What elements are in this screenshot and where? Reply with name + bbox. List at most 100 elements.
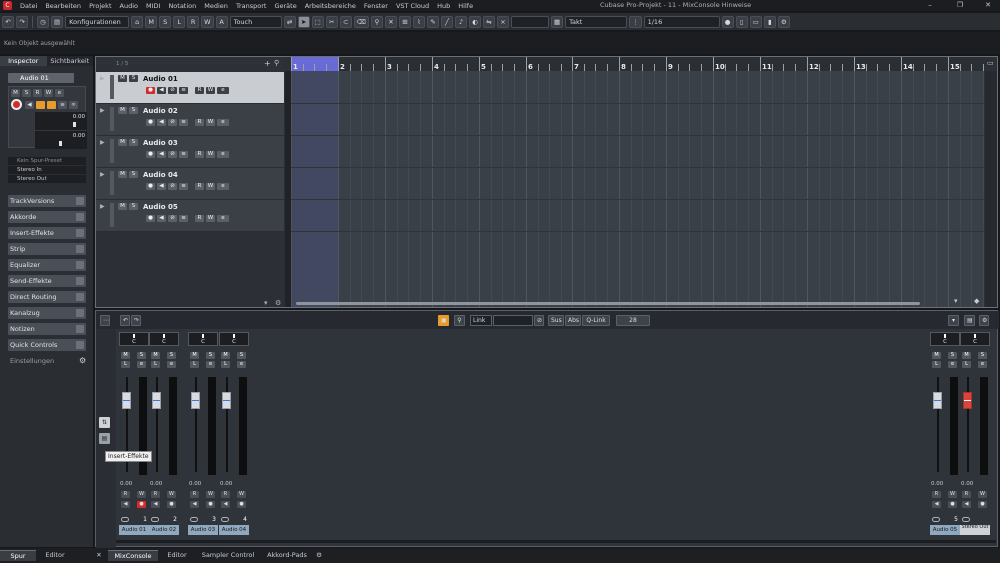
section-equalizer[interactable]: Equalizer bbox=[8, 259, 86, 271]
racks-sort-icon[interactable]: ⇅ bbox=[99, 417, 110, 428]
sus-button[interactable]: Sus bbox=[548, 315, 564, 326]
write-button[interactable]: W bbox=[206, 491, 215, 498]
volume-fader[interactable] bbox=[122, 392, 131, 409]
lower-zone-settings-icon[interactable]: ⚙ bbox=[314, 550, 324, 561]
automation-mode-select[interactable]: Touch bbox=[229, 15, 282, 28]
constrain-delay-icon[interactable]: ◷ bbox=[37, 15, 49, 28]
menu-hub[interactable]: Hub bbox=[433, 2, 454, 10]
read-button[interactable]: R bbox=[195, 183, 204, 190]
write-button[interactable]: W bbox=[206, 119, 215, 126]
write-button[interactable]: W bbox=[206, 215, 215, 222]
link-icon[interactable]: ⊘ bbox=[534, 315, 544, 326]
listen-button[interactable]: L bbox=[221, 361, 230, 368]
record-enable-button[interactable]: ● bbox=[146, 119, 155, 126]
mixconsole-search-icon[interactable]: ⚲ bbox=[454, 315, 465, 326]
mute-button[interactable]: M bbox=[118, 171, 127, 178]
edit-button[interactable]: e bbox=[206, 361, 215, 368]
mute-button[interactable]: M bbox=[118, 75, 127, 82]
read-button[interactable]: R bbox=[195, 215, 204, 222]
volume-fader[interactable] bbox=[222, 392, 231, 409]
write-button[interactable]: W bbox=[948, 491, 957, 498]
tab-inspector[interactable]: Inspector bbox=[0, 56, 47, 66]
edit-channel-button[interactable]: e bbox=[217, 87, 229, 94]
volume-knob[interactable] bbox=[73, 122, 76, 127]
erase-tool-icon[interactable]: ⌫ bbox=[353, 15, 369, 28]
auto-scroll-icon[interactable]: ⇄ bbox=[283, 15, 296, 28]
expand-arrow-icon[interactable]: ▶ bbox=[100, 203, 105, 210]
record-enable-button[interactable]: ● bbox=[206, 501, 215, 508]
track-row[interactable]: ▶ M S Audio 04 ● ◀ ⊘ ≡ R We bbox=[96, 168, 284, 200]
listen-button[interactable]: L bbox=[962, 361, 971, 368]
lock-button[interactable]: ⊘ bbox=[168, 183, 177, 190]
draw-tool-icon[interactable]: ✎ bbox=[426, 15, 439, 28]
pan-knob[interactable] bbox=[202, 334, 204, 338]
edit-button[interactable]: e bbox=[948, 361, 957, 368]
lock-icon[interactable] bbox=[36, 101, 45, 109]
expand-arrow-icon[interactable]: ▶ bbox=[100, 107, 105, 114]
menu-datei[interactable]: Datei bbox=[16, 2, 41, 10]
fader-value[interactable]: 0.00 bbox=[150, 481, 162, 487]
section-akkorde[interactable]: Akkorde bbox=[8, 211, 86, 223]
snap-toggle-icon[interactable]: ⨯ bbox=[496, 15, 509, 28]
section-quick-controls[interactable]: Quick Controls bbox=[8, 339, 86, 351]
write-mode-button[interactable]: W bbox=[201, 15, 214, 28]
monitor-button[interactable]: ◀ bbox=[157, 215, 166, 222]
track-name[interactable]: Audio 02 bbox=[143, 107, 178, 115]
record-enable-button[interactable]: ● bbox=[978, 501, 987, 508]
read-mode-button[interactable]: R bbox=[187, 15, 200, 28]
split-tool-icon[interactable]: ✂ bbox=[325, 15, 338, 28]
edit-channel-button[interactable]: e bbox=[217, 215, 229, 222]
track-row[interactable]: ▶ M S Audio 02 ● ◀ ⊘ ≡ R We bbox=[96, 104, 284, 136]
channel-name[interactable]: Audio 05 bbox=[930, 525, 960, 535]
solo-button[interactable]: S bbox=[129, 203, 138, 210]
pan-control[interactable]: C bbox=[930, 332, 960, 346]
grid-type-icon[interactable]: ▦ bbox=[550, 15, 564, 28]
section-trackversions[interactable]: TrackVersions bbox=[8, 195, 86, 207]
read-button[interactable]: R bbox=[962, 491, 971, 498]
mute-button[interactable]: M bbox=[118, 107, 127, 114]
write-button[interactable]: W bbox=[44, 89, 53, 97]
comp-tool-icon[interactable]: ⊞ bbox=[398, 15, 411, 28]
tab-sichtbarkeit[interactable]: Sichtbarkeit bbox=[46, 56, 93, 66]
zoom-out-icon[interactable]: ▾ bbox=[954, 297, 958, 305]
track-list-settings-icon[interactable]: ⚙ bbox=[275, 299, 281, 307]
horizontal-scrollbar[interactable] bbox=[296, 302, 920, 305]
expand-arrow-icon[interactable]: ▶ bbox=[100, 171, 105, 178]
monitor-button[interactable]: ◀ bbox=[151, 501, 160, 508]
zoom-in-icon[interactable]: ◆ bbox=[974, 297, 979, 305]
record-enable-button[interactable]: ● bbox=[137, 501, 146, 508]
record-enable-button[interactable] bbox=[11, 99, 22, 110]
section-insert-effekte[interactable]: Insert-Effekte bbox=[8, 227, 86, 239]
pan-control[interactable]: C bbox=[149, 332, 179, 346]
channel-width-control[interactable]: 28 bbox=[616, 315, 650, 326]
edit-button[interactable]: e bbox=[237, 361, 246, 368]
link-icon[interactable] bbox=[221, 517, 229, 522]
grid-type-select[interactable]: Takt bbox=[565, 15, 628, 28]
track-row[interactable]: ▶ M S Audio 05 ● ◀ ⊘ ≡ R We bbox=[96, 200, 284, 232]
inspector-settings-label[interactable]: Einstellungen bbox=[10, 357, 54, 365]
pan-knob[interactable] bbox=[59, 141, 62, 146]
mixconsole-settings-icon[interactable]: ⚙ bbox=[979, 315, 989, 326]
insert-effekte-icon[interactable]: ▤ bbox=[99, 433, 110, 444]
color-swatch-icon[interactable]: ● bbox=[721, 15, 734, 28]
search-icon[interactable]: ⚲ bbox=[274, 59, 279, 67]
inspector-track-name[interactable]: Audio 01 bbox=[8, 73, 74, 83]
solo-button[interactable]: S bbox=[129, 107, 138, 114]
abs-button[interactable]: Abs bbox=[565, 315, 581, 326]
quantize-icon[interactable]: ⋮ bbox=[629, 15, 642, 28]
layout-right-icon[interactable]: ▮ bbox=[763, 15, 776, 28]
monitor-button[interactable]: ◀ bbox=[157, 119, 166, 126]
channel-name[interactable]: Audio 01 bbox=[119, 525, 149, 535]
mute-button[interactable]: M bbox=[190, 352, 199, 359]
section-strip[interactable]: Strip bbox=[8, 243, 86, 255]
color-tool-icon[interactable]: ◐ bbox=[468, 15, 481, 28]
event-display[interactable] bbox=[291, 71, 984, 307]
write-button[interactable]: W bbox=[206, 151, 215, 158]
section-direct-routing[interactable]: Direct Routing bbox=[8, 291, 86, 303]
layout-left-icon[interactable]: ▯ bbox=[735, 15, 748, 28]
edit-channel-button[interactable]: e bbox=[217, 119, 229, 126]
write-button[interactable]: W bbox=[237, 491, 246, 498]
mute-button[interactable]: M bbox=[151, 352, 160, 359]
monitor-button[interactable]: ◀ bbox=[157, 183, 166, 190]
link-icon[interactable] bbox=[962, 517, 970, 522]
